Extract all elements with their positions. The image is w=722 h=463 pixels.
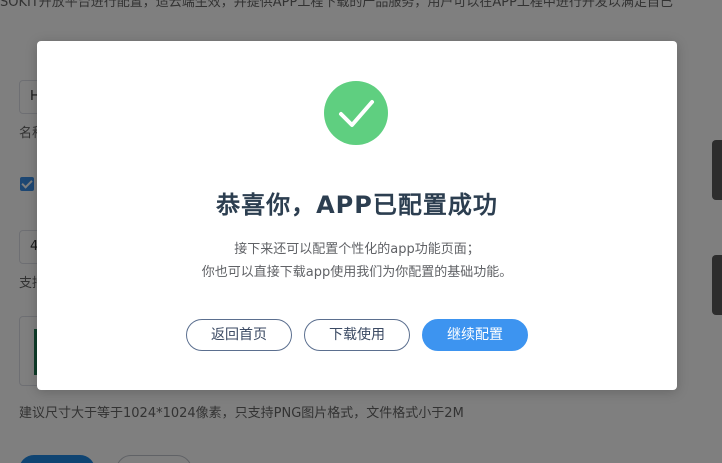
dialog-description-line-2: 你也可以直接下载app使用我们为你配置的基础功能。 (201, 265, 513, 280)
back-home-button[interactable]: 返回首页 (186, 319, 292, 351)
dialog-title: 恭喜你，APP已配置成功 (216, 191, 498, 219)
download-button[interactable]: 下载使用 (304, 319, 410, 351)
page: SOKIT开放平台进行配置，适云端生效，并提供APP工程下载的产品服务，用户可以… (0, 0, 722, 463)
dialog-description-line-1: 接下来还可以配置个性化的app功能页面； (234, 242, 480, 257)
check-circle-icon (324, 81, 388, 145)
continue-config-button[interactable]: 继续配置 (422, 319, 528, 351)
success-dialog: 恭喜你，APP已配置成功 接下来还可以配置个性化的app功能页面； 你也可以直接… (37, 41, 677, 390)
